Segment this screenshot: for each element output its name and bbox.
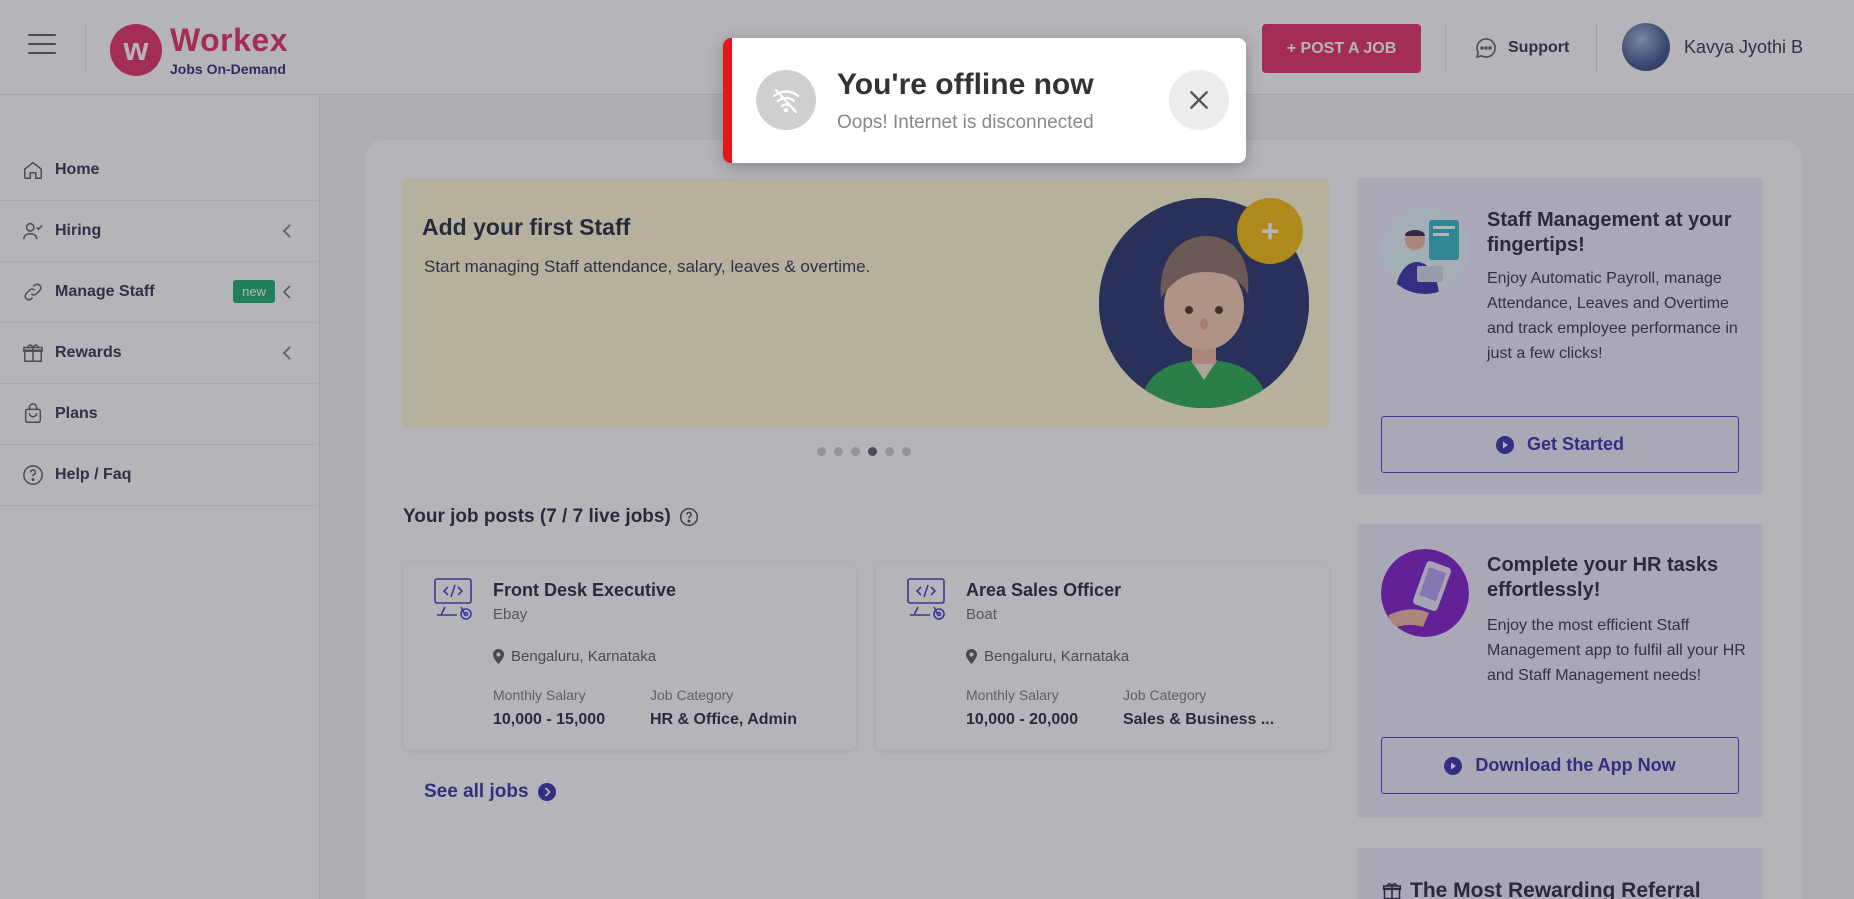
wifi-off-icon xyxy=(756,70,816,130)
close-toast-button[interactable] xyxy=(1169,70,1229,130)
offline-toast: You're offline now Oops! Internet is dis… xyxy=(723,38,1246,163)
toast-title: You're offline now xyxy=(837,68,1094,101)
toast-message: Oops! Internet is disconnected xyxy=(837,112,1094,133)
close-icon xyxy=(1190,91,1208,109)
